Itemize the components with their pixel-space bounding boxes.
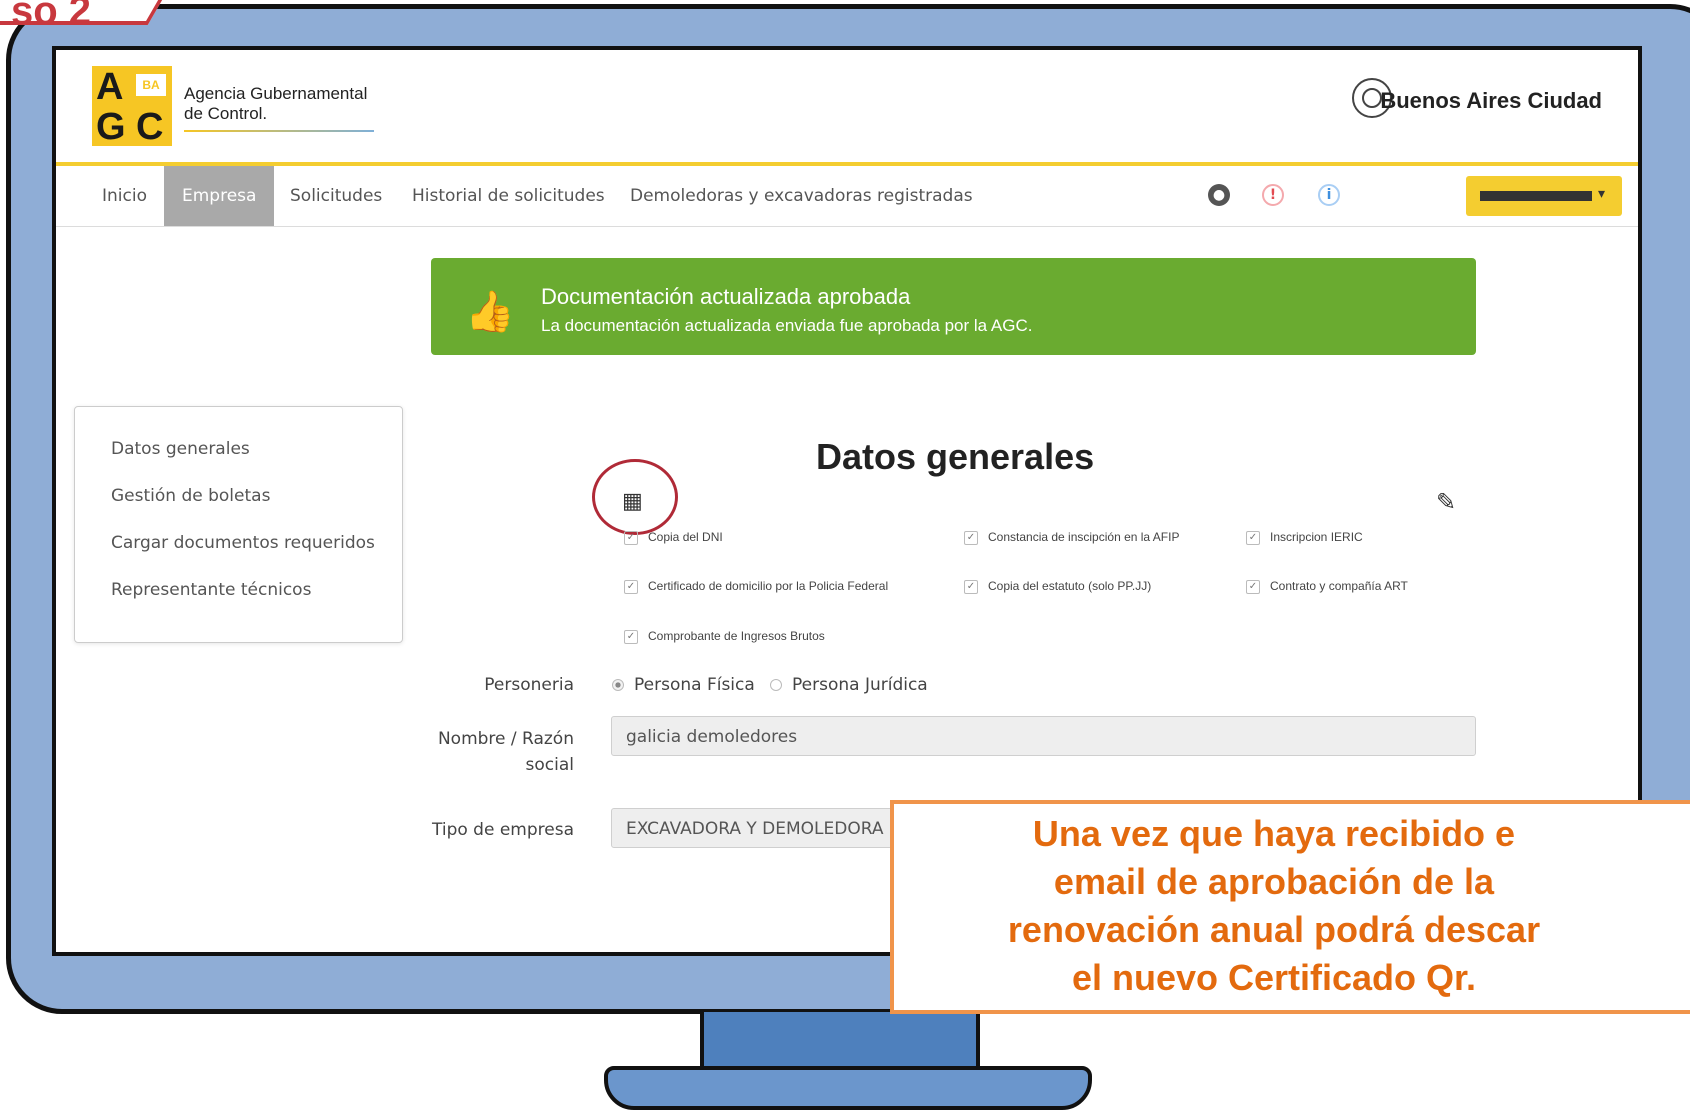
logo-letter-g: G xyxy=(96,106,126,148)
nav-solicitudes[interactable]: Solicitudes xyxy=(272,166,400,226)
doc-label: Inscripcion IERIC xyxy=(1270,530,1363,544)
nav-historial[interactable]: Historial de solicitudes xyxy=(394,166,623,226)
callout-line3: renovación anual podrá descar xyxy=(1007,909,1541,950)
checkbox-icon[interactable]: ✓ xyxy=(624,629,638,644)
tipo-empresa-label: Tipo de empresa xyxy=(432,820,574,840)
logo-ba-badge: BA xyxy=(136,74,166,96)
callout-line2: email de aprobación de la xyxy=(1053,861,1495,902)
user-dropdown[interactable]: ▾ xyxy=(1466,176,1622,216)
radio-selected-icon[interactable] xyxy=(612,679,624,691)
alert-title: Documentación actualizada aprobada xyxy=(541,284,911,309)
doc-label: Constancia de inscipción en la AFIP xyxy=(988,530,1180,544)
thumbs-up-icon: 👍 xyxy=(465,290,515,334)
nombre-input[interactable]: galicia demoledores xyxy=(611,716,1476,756)
info-icon[interactable]: i xyxy=(1318,184,1340,206)
qr-highlight-circle xyxy=(592,459,678,535)
doc-label: Comprobante de Ingresos Brutos xyxy=(648,629,825,643)
alert-icon[interactable]: ! xyxy=(1262,184,1284,206)
radio-persona-juridica[interactable]: Persona Jurídica xyxy=(770,675,928,695)
doc-certificado-domicilio[interactable]: ✓ Certificado de domicilio por la Policia… xyxy=(624,579,888,594)
city-seal-inner xyxy=(1362,88,1382,108)
agency-underline xyxy=(184,130,374,132)
nombre-label-line1: Nombre / Razón xyxy=(437,729,574,749)
step-label: so 2 xyxy=(11,0,92,33)
monitor-stand-neck xyxy=(700,1012,980,1074)
nav-demoledoras[interactable]: Demoledoras y excavadoras registradas xyxy=(612,166,991,226)
sidebar-item-representante[interactable]: Representante técnicos xyxy=(111,580,311,600)
alert-body: La documentación actualizada enviada fue… xyxy=(541,316,1033,335)
sidebar-menu: Datos generales Gestión de boletas Carga… xyxy=(74,406,403,643)
radio-label: Persona Física xyxy=(634,675,755,695)
success-alert: 👍 Documentación actualizada aprobada La … xyxy=(431,258,1476,355)
callout-line1: Una vez que haya recibido e xyxy=(1032,813,1516,854)
agency-name-line2: de Control. xyxy=(184,104,268,123)
doc-copia-estatuto[interactable]: ✓ Copia del estatuto (solo PP.JJ) xyxy=(964,579,1151,594)
tipo-empresa-select[interactable]: EXCAVADORA Y DEMOLEDORA xyxy=(611,808,911,848)
nombre-label: Nombre / Razón social xyxy=(420,726,574,778)
doc-copia-dni[interactable]: ✓ Copia del DNI xyxy=(624,530,723,545)
nav-inicio[interactable]: Inicio xyxy=(84,166,165,226)
checkbox-icon[interactable]: ✓ xyxy=(964,579,978,594)
radio-label: Persona Jurídica xyxy=(792,675,928,695)
doc-constancia-afip[interactable]: ✓ Constancia de inscipción en la AFIP xyxy=(964,530,1179,545)
doc-label: Copia del DNI xyxy=(648,530,723,544)
agency-name-line1: Agencia Gubernamental xyxy=(184,84,368,103)
main-nav: Inicio Empresa Solicitudes Historial de … xyxy=(56,166,1638,227)
checkbox-icon[interactable]: ✓ xyxy=(1246,530,1260,545)
checkbox-icon[interactable]: ✓ xyxy=(964,530,978,545)
doc-comprobante-ingresos[interactable]: ✓ Comprobante de Ingresos Brutos xyxy=(624,629,825,644)
callout-text: Una vez que haya recibido e email de apr… xyxy=(894,810,1654,1002)
doc-contrato-art[interactable]: ✓ Contrato y compañía ART xyxy=(1246,579,1408,594)
logo-letter-a: A xyxy=(96,66,124,108)
city-name[interactable]: Buenos Aires Ciudad xyxy=(1380,88,1602,114)
nombre-label-line2: social xyxy=(525,755,574,775)
instruction-callout: Una vez que haya recibido e email de apr… xyxy=(890,800,1690,1014)
page-title: Datos generales xyxy=(816,436,1095,477)
doc-inscripcion-ieric[interactable]: ✓ Inscripcion IERIC xyxy=(1246,530,1363,545)
checkbox-icon[interactable]: ✓ xyxy=(624,530,638,545)
logo-letter-c: C xyxy=(136,106,164,148)
checkbox-icon[interactable]: ✓ xyxy=(624,579,638,594)
monitor-stand-base xyxy=(604,1066,1092,1110)
sidebar-item-gestion-boletas[interactable]: Gestión de boletas xyxy=(111,486,270,506)
doc-label: Certificado de domicilio por la Policia … xyxy=(648,579,889,593)
agc-logo[interactable]: A BA G C xyxy=(92,66,172,146)
callout-line4: el nuevo Certificado Qr. xyxy=(1071,957,1477,998)
checkbox-icon[interactable]: ✓ xyxy=(1246,579,1260,594)
radio-unselected-icon[interactable] xyxy=(770,679,782,691)
radio-persona-fisica[interactable]: Persona Física xyxy=(612,675,755,695)
edit-icon[interactable]: ✎ xyxy=(1436,488,1456,517)
user-id-masked xyxy=(1480,191,1592,201)
chevron-down-icon: ▾ xyxy=(1598,186,1606,202)
globe-icon[interactable]: ● xyxy=(1208,184,1230,206)
doc-label: Contrato y compañía ART xyxy=(1270,579,1408,593)
sidebar-item-datos-generales[interactable]: Datos generales xyxy=(111,439,250,459)
doc-label: Copia del estatuto (solo PP.JJ) xyxy=(988,579,1152,593)
personeria-label: Personeria xyxy=(484,675,574,695)
site-header: A BA G C Agencia Gubernamental de Contro… xyxy=(56,50,1638,166)
sidebar-item-cargar-documentos[interactable]: Cargar documentos requeridos xyxy=(111,533,375,553)
nav-empresa[interactable]: Empresa xyxy=(164,166,275,226)
agency-name: Agencia Gubernamental de Control. xyxy=(184,84,367,124)
